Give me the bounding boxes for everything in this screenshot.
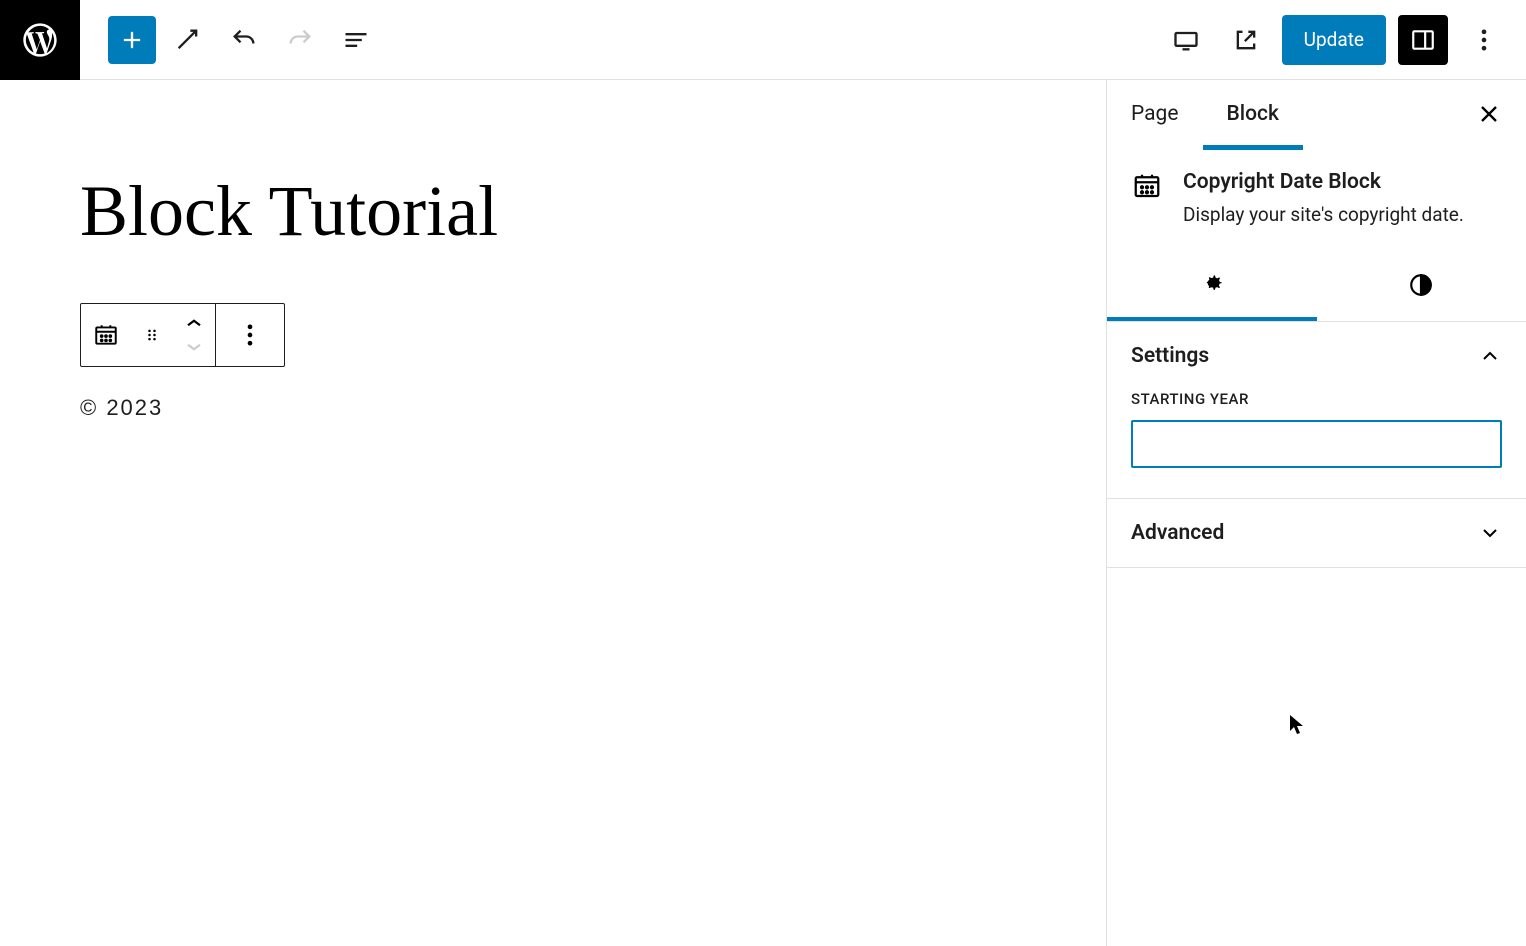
inspector-tab-settings[interactable] xyxy=(1107,249,1317,321)
inspector-tab-styles[interactable] xyxy=(1317,249,1526,321)
cursor-icon xyxy=(1290,715,1306,735)
redo-button[interactable] xyxy=(276,16,324,64)
tab-page[interactable]: Page xyxy=(1107,80,1203,148)
inspector-tabs xyxy=(1107,249,1526,322)
gear-icon xyxy=(1199,270,1225,296)
contrast-icon xyxy=(1408,272,1434,298)
advanced-panel-header[interactable]: Advanced xyxy=(1107,499,1526,567)
update-button-label: Update xyxy=(1304,28,1364,51)
settings-panel-header[interactable]: Settings xyxy=(1107,322,1526,390)
block-info-text: Copyright Date Block Display your site's… xyxy=(1183,170,1502,229)
toolbar-right-group: Update xyxy=(1162,15,1526,65)
close-sidebar-button[interactable] xyxy=(1464,89,1514,139)
advanced-panel-title: Advanced xyxy=(1131,521,1224,545)
block-movers xyxy=(173,304,215,366)
update-button[interactable]: Update xyxy=(1282,15,1386,65)
block-type-icon[interactable] xyxy=(81,304,131,366)
starting-year-label: STARTING YEAR xyxy=(1131,390,1502,408)
settings-sidebar-toggle[interactable] xyxy=(1398,15,1448,65)
block-title: Copyright Date Block xyxy=(1183,170,1502,194)
starting-year-input[interactable] xyxy=(1131,420,1502,468)
settings-panel-title: Settings xyxy=(1131,344,1209,368)
move-up-button[interactable] xyxy=(173,311,215,335)
view-desktop-button[interactable] xyxy=(1162,16,1210,64)
preview-button[interactable] xyxy=(1222,16,1270,64)
advanced-panel: Advanced xyxy=(1107,499,1526,568)
settings-panel: Settings STARTING YEAR xyxy=(1107,322,1526,499)
tab-block[interactable]: Block xyxy=(1203,82,1303,150)
top-toolbar: Update xyxy=(0,0,1526,80)
add-block-button[interactable] xyxy=(108,16,156,64)
document-overview-button[interactable] xyxy=(332,16,380,64)
page-title[interactable]: Block Tutorial xyxy=(80,170,1026,253)
chevron-up-icon xyxy=(1478,344,1502,368)
toolbar-left-group xyxy=(80,16,380,64)
drag-handle-icon[interactable] xyxy=(131,304,173,366)
options-menu-button[interactable] xyxy=(1460,16,1508,64)
editor-canvas[interactable]: Block Tutorial xyxy=(0,80,1106,946)
block-options-button[interactable] xyxy=(216,304,284,366)
settings-panel-body: STARTING YEAR xyxy=(1107,390,1526,498)
tools-button[interactable] xyxy=(164,16,212,64)
block-type-icon xyxy=(1131,170,1163,202)
block-toolbar xyxy=(80,303,285,367)
sidebar-tabs: Page Block xyxy=(1107,80,1526,148)
chevron-down-icon xyxy=(1478,521,1502,545)
main-area: Block Tutorial xyxy=(0,80,1526,946)
undo-button[interactable] xyxy=(220,16,268,64)
move-down-button[interactable] xyxy=(173,335,215,359)
block-description: Display your site's copyright date. xyxy=(1183,202,1502,229)
block-info-header: Copyright Date Block Display your site's… xyxy=(1107,148,1526,249)
wordpress-logo[interactable] xyxy=(0,0,80,80)
copyright-block-content[interactable]: © 2023 xyxy=(80,395,1026,421)
settings-sidebar: Page Block Copyright Date Block Display … xyxy=(1106,80,1526,946)
